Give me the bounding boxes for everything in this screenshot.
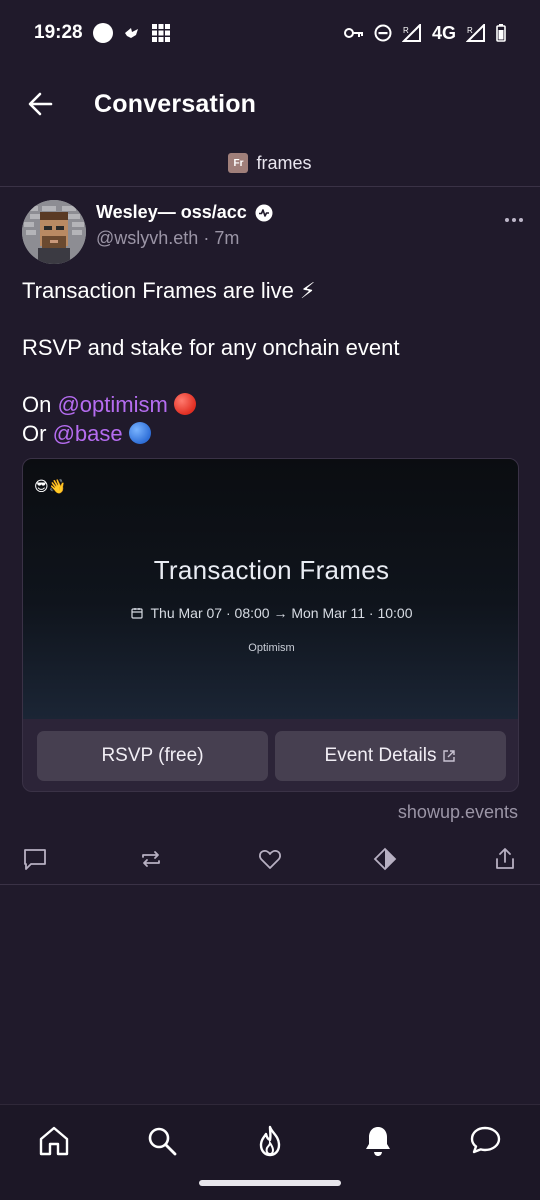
diamond-icon xyxy=(373,847,397,871)
dnd-icon xyxy=(374,24,392,42)
bell-icon xyxy=(366,1127,390,1156)
reply-button[interactable] xyxy=(20,844,50,874)
home-icon xyxy=(39,1126,69,1156)
post-text: Transaction Frames are live ⚡ RSVP and s… xyxy=(22,276,522,448)
or-text: Or xyxy=(22,421,53,446)
share-icon xyxy=(496,848,514,869)
signal-icon: R xyxy=(401,24,422,42)
bird-icon xyxy=(123,24,141,42)
dot-icon xyxy=(512,218,516,222)
repost-icon xyxy=(142,851,160,867)
rsvp-button-label: RSVP (free) xyxy=(101,745,204,766)
battery-icon xyxy=(496,24,506,42)
frame-emoji: 😎👋 xyxy=(34,478,67,494)
external-link-icon xyxy=(443,750,456,762)
post-line-2: RSVP and stake for any onchain event xyxy=(22,335,400,360)
calendar-icon xyxy=(130,608,143,619)
meta-separator: · xyxy=(198,228,215,248)
home-indicator[interactable] xyxy=(199,1180,341,1186)
back-button[interactable] xyxy=(10,74,70,134)
like-button[interactable] xyxy=(255,844,285,874)
nav-trending[interactable] xyxy=(252,1123,288,1159)
mention-optimism[interactable]: @optimism xyxy=(57,392,167,417)
post-time: 7m xyxy=(214,228,240,248)
heart-icon xyxy=(259,850,281,869)
grid-icon xyxy=(151,23,171,43)
post-line-3: On @optimism xyxy=(22,390,522,419)
status-time: 19:28 xyxy=(34,22,83,43)
channel-link[interactable]: Fr frames xyxy=(0,148,540,178)
frame-card: 😎👋 Transaction Frames Thu Mar 07 · 08:00… xyxy=(22,458,519,792)
page-title: Conversation xyxy=(94,89,257,118)
author-meta: @wslyvh.eth · 7m xyxy=(96,228,239,249)
mention-base[interactable]: @base xyxy=(53,421,123,446)
channel-name: frames xyxy=(256,152,312,173)
channel-badge: Fr xyxy=(228,153,249,173)
frame-chain: Optimism xyxy=(248,642,295,654)
recast-button[interactable] xyxy=(136,844,166,874)
chat-bubbles-icon xyxy=(470,1126,501,1154)
frame-date-row: Thu Mar 07 · 08:00 → Mon Mar 11 · 10:00 xyxy=(23,605,518,621)
verified-icon xyxy=(255,204,273,221)
divider xyxy=(0,884,540,885)
key-icon xyxy=(343,26,364,40)
nav-home[interactable] xyxy=(36,1123,72,1159)
svg-text:R: R xyxy=(403,26,409,35)
red-circle-icon xyxy=(173,393,196,415)
frame-date: Thu Mar 07 · 08:00 → Mon Mar 11 · 10:00 xyxy=(150,605,413,621)
event-details-label: Event Details xyxy=(324,745,437,766)
share-button[interactable] xyxy=(490,844,520,874)
dot-icon xyxy=(505,218,509,222)
author-name-text: Wesley— oss/acc xyxy=(96,202,247,222)
post-action-bar xyxy=(0,840,540,880)
avatar[interactable] xyxy=(22,200,86,264)
search-icon xyxy=(148,1127,177,1156)
post-line-4: Or @base xyxy=(22,419,522,448)
post-line-1: Transaction Frames are live ⚡ xyxy=(22,278,316,303)
nav-search[interactable] xyxy=(144,1123,180,1159)
nav-notifications[interactable] xyxy=(360,1123,396,1159)
divider xyxy=(0,186,540,187)
nav-messages[interactable] xyxy=(468,1123,504,1159)
status-bar: 19:28 R 4G R xyxy=(0,0,540,66)
network-label: 4G xyxy=(431,22,456,43)
on-text: On xyxy=(22,392,58,417)
signal-icon: R xyxy=(466,24,486,42)
circle-icon xyxy=(92,23,113,43)
arrow-left-icon xyxy=(28,92,53,116)
rsvp-button[interactable]: RSVP (free) xyxy=(37,731,268,781)
tip-button[interactable] xyxy=(370,844,400,874)
blue-circle-icon xyxy=(128,422,151,444)
more-options-button[interactable] xyxy=(502,210,526,230)
app-header: Conversation xyxy=(0,72,540,136)
event-details-button[interactable]: Event Details xyxy=(275,731,506,781)
author-handle[interactable]: @wslyvh.eth xyxy=(96,228,198,248)
dot-icon xyxy=(519,218,523,222)
frame-image[interactable]: 😎👋 Transaction Frames Thu Mar 07 · 08:00… xyxy=(23,459,518,719)
flame-icon xyxy=(259,1125,281,1157)
author-name[interactable]: Wesley— oss/acc xyxy=(96,202,273,223)
svg-text:R: R xyxy=(467,26,473,35)
frame-domain[interactable]: showup.events xyxy=(398,802,518,823)
frame-title: Transaction Frames xyxy=(153,555,390,585)
comment-icon xyxy=(24,849,46,870)
